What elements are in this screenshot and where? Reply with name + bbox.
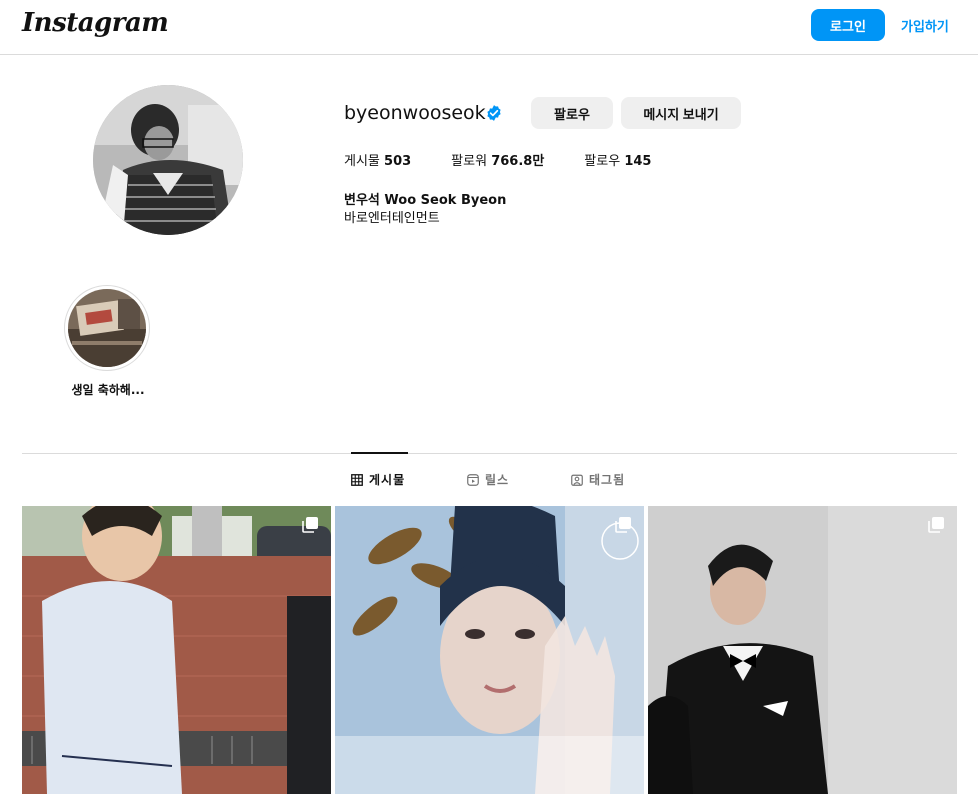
post-image (22, 506, 331, 794)
tab-tagged[interactable]: 태그됨 (571, 471, 625, 488)
avatar-image (93, 85, 243, 235)
stat-label: 팔로우 (584, 154, 621, 169)
multiple-photos-icon (928, 517, 944, 533)
post-thumbnail[interactable] (335, 506, 644, 794)
profile-full-name: 변우석 Woo Seok Byeon (344, 193, 507, 208)
top-nav-bar: Instagram 로그인 가입하기 (0, 0, 978, 55)
tagged-icon (571, 474, 583, 486)
verified-badge-icon (487, 105, 501, 121)
stat-posts: 게시물 503 (344, 150, 411, 169)
profile-avatar[interactable] (93, 85, 243, 235)
post-thumbnail[interactable] (648, 506, 957, 794)
post-image (648, 506, 957, 794)
profile-bio: 바로엔터테인먼트 (344, 211, 440, 226)
grid-icon (351, 473, 363, 486)
post-image (335, 506, 644, 794)
tab-posts[interactable]: 게시물 (351, 471, 405, 488)
stat-label: 게시물 (344, 154, 380, 169)
reels-icon (467, 473, 479, 486)
profile-stats: 게시물 503 팔로워 766.8만 팔로우 145 (344, 150, 691, 169)
stat-value: 503 (384, 154, 412, 169)
post-thumbnail[interactable] (22, 506, 331, 794)
follow-button[interactable]: 팔로우 (531, 97, 613, 129)
tab-label: 태그됨 (589, 473, 626, 487)
highlight-cover-image (68, 289, 146, 367)
signup-link[interactable]: 가입하기 (901, 16, 949, 35)
tab-label: 게시물 (369, 473, 406, 487)
highlight-label: 생일 축하해... (71, 383, 145, 397)
multiple-photos-icon (302, 517, 318, 533)
story-highlight[interactable]: 생일 축하해... (64, 285, 152, 398)
tab-reels[interactable]: 릴스 (467, 471, 509, 488)
multiple-photos-icon (615, 517, 631, 533)
send-message-button[interactable]: 메시지 보내기 (621, 97, 741, 129)
highlight-ring (64, 285, 150, 371)
stat-label: 팔로워 (451, 154, 488, 169)
tab-label: 릴스 (485, 473, 510, 487)
stat-followers[interactable]: 팔로워 766.8만 (451, 150, 544, 169)
profile-username: byeonwooseok (344, 102, 486, 124)
active-tab-indicator (351, 452, 408, 454)
tabs-divider (22, 453, 957, 454)
stat-value: 766.8만 (491, 154, 545, 169)
stat-value: 145 (624, 154, 652, 169)
stat-following[interactable]: 팔로우 145 (584, 150, 651, 169)
instagram-logo[interactable]: Instagram (22, 8, 169, 38)
login-button[interactable]: 로그인 (811, 9, 885, 41)
